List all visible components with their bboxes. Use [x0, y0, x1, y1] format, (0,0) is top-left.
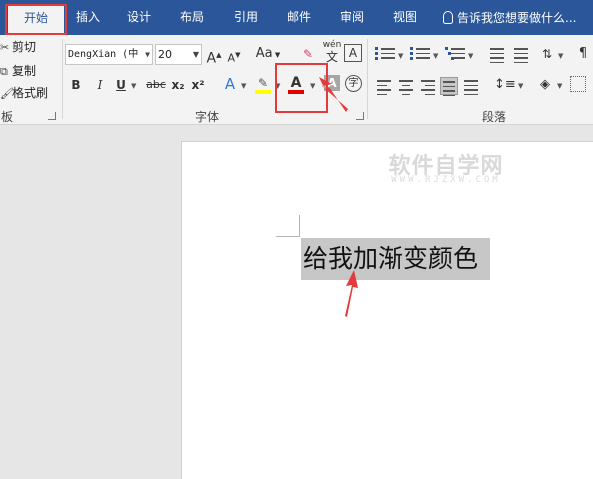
- word-window: 开始 插入 设计 布局 引用 邮件 审阅 视图 告诉我您想要做什么... ✂ 剪切…: [0, 0, 593, 479]
- arrow-to-font-color: [319, 77, 348, 112]
- arrow-to-selected-text: [345, 270, 358, 317]
- annotation-arrows: [319, 77, 358, 317]
